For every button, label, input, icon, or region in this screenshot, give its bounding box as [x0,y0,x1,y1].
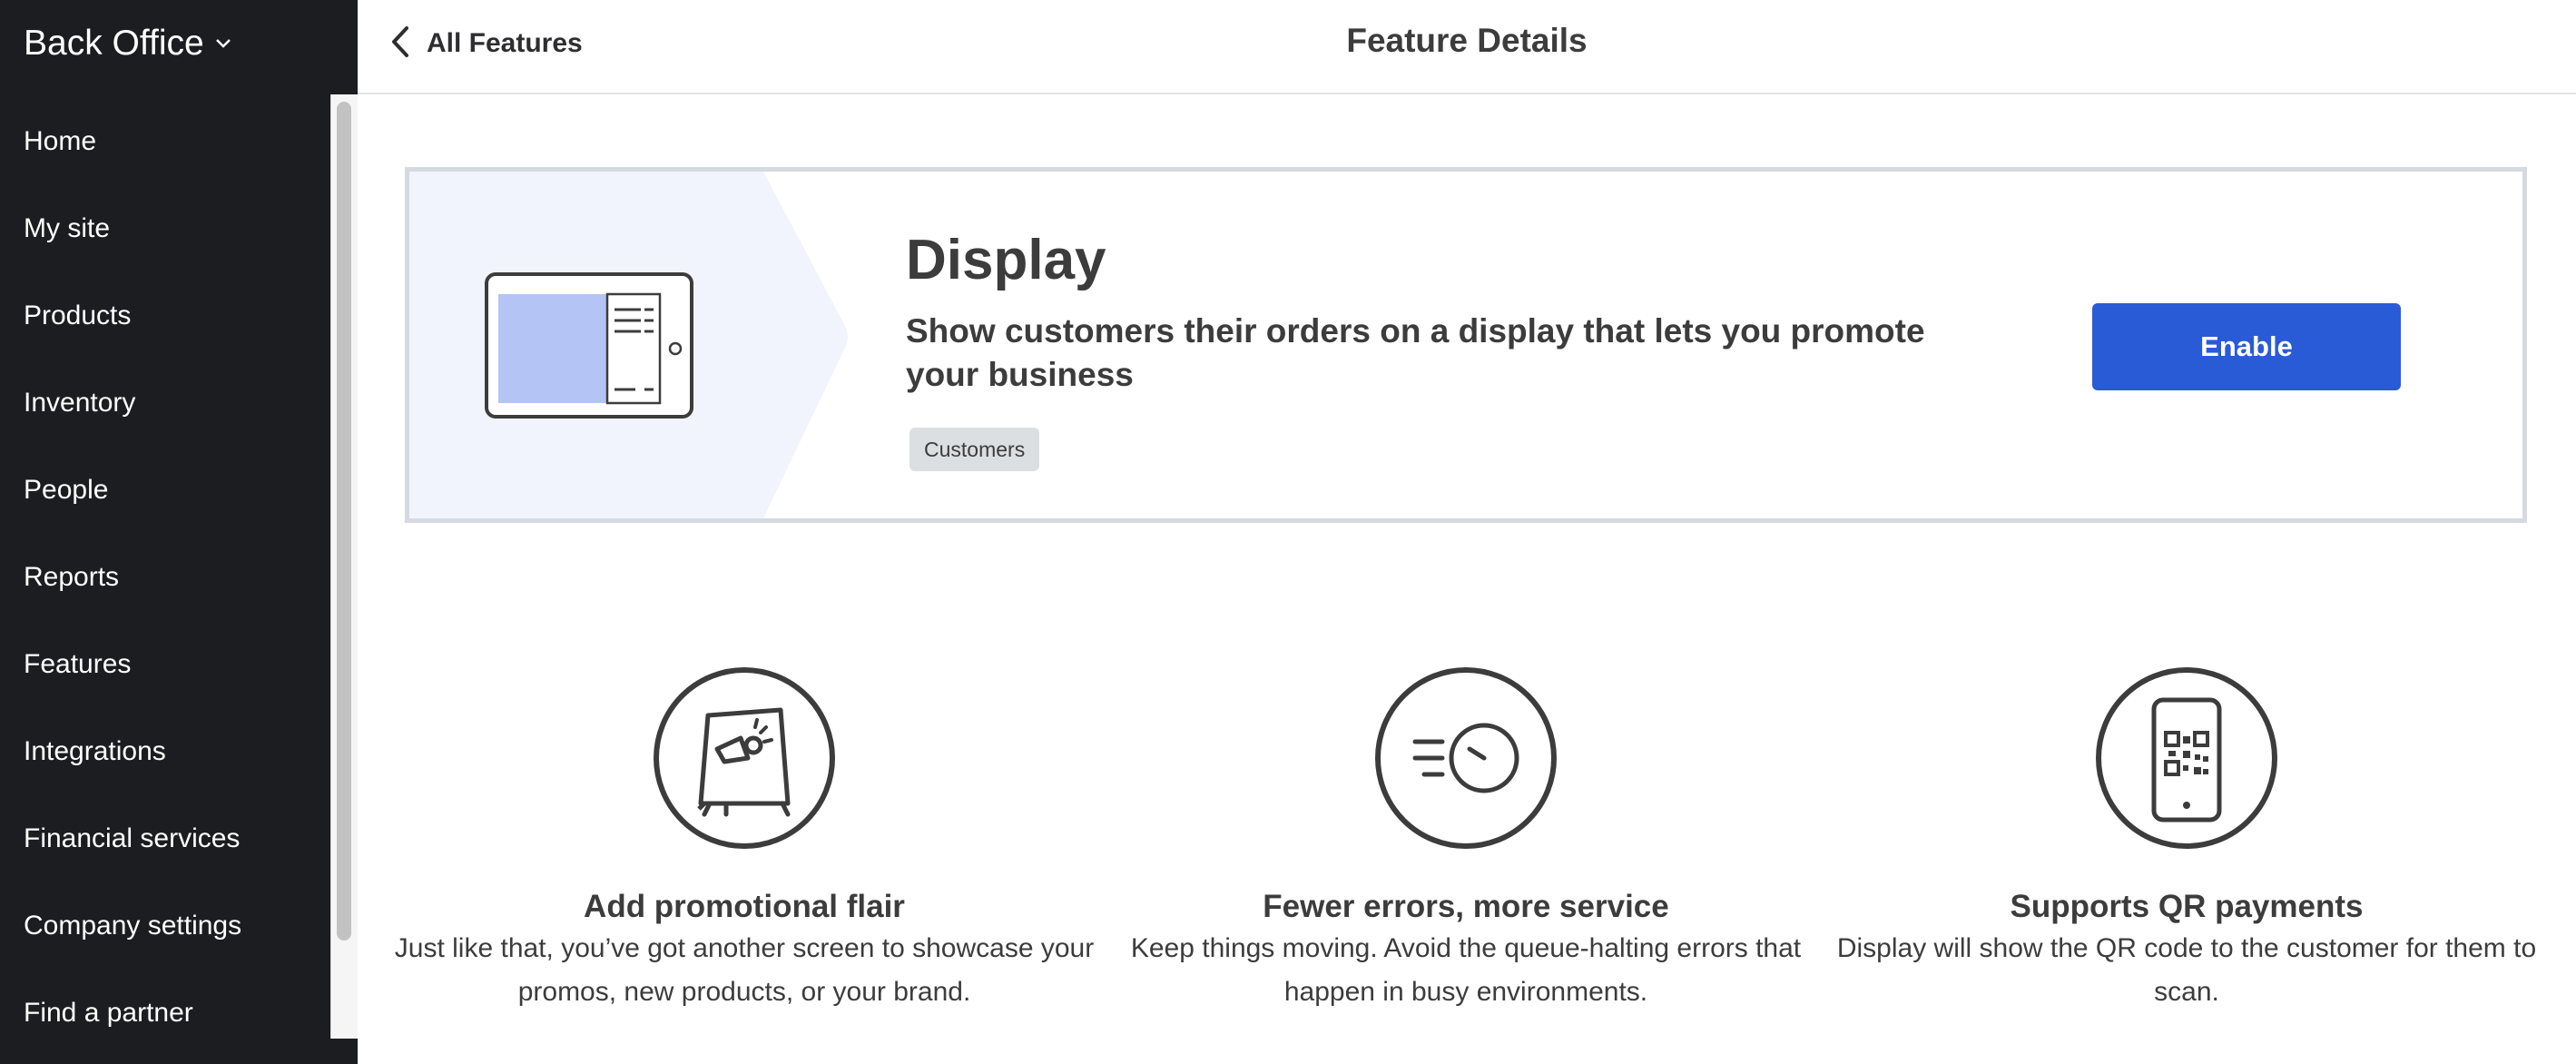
category-tag: Customers [909,428,1040,471]
back-link[interactable]: All Features [390,20,583,67]
sidebar-item-label: My site [24,213,111,243]
sidebar-item-products[interactable]: Products [24,289,131,343]
benefit-qr-payments: Supports QR payments Display will show t… [1833,667,2541,1014]
benefit-promotional-flair: Add promotional flair Just like that, yo… [390,667,1098,1014]
sidebar-item-reports[interactable]: Reports [24,550,119,605]
sidebar-scrollbar[interactable] [330,94,358,1039]
sidebar-item-features[interactable]: Features [24,637,131,692]
sidebar-item-label: Features [24,649,132,679]
sidebar-item-home[interactable]: Home [24,114,96,169]
location-switcher[interactable]: Back Office [24,18,231,69]
sidebar-item-company-settings[interactable]: Company settings [24,899,241,953]
sidebar-nav: Home My site Products Inventory People R… [0,94,330,1039]
sidebar-item-people[interactable]: People [24,463,108,517]
sidebar-item-integrations[interactable]: Integrations [24,724,166,779]
benefit-description: Just like that, you’ve got another scree… [394,933,1095,1007]
sidebar-item-inventory[interactable]: Inventory [24,376,135,430]
sidebar-item-label: Find a partner [24,998,193,1028]
chevron-left-icon [390,25,410,63]
sidebar-item-financial-services[interactable]: Financial services [24,812,240,866]
benefit-description: Keep things moving. Avoid the queue-halt… [1130,933,1802,1007]
display-illustration [409,172,848,518]
benefit-title: Supports QR payments [2010,889,2364,924]
brand-label: Back Office [24,24,204,63]
sidebar-item-label: People [24,475,109,505]
top-bar: Feature Details All Features [358,0,2576,94]
phone-qr-icon [2096,667,2277,849]
benefit-description: Display will show the QR code to the cus… [1836,933,2537,1007]
chevron-down-icon [215,38,231,49]
benefit-fewer-errors: Fewer errors, more service Keep things m… [1112,667,1820,1014]
sidebar-item-find-a-partner[interactable]: Find a partner [24,986,193,1040]
sidebar-item-label: Inventory [24,388,136,418]
back-link-label: All Features [427,28,583,58]
page-title: Feature Details [1346,22,1588,59]
tablet-icon [485,272,693,419]
promo-easel-icon [654,667,835,849]
feature-card: Display Show customers their orders on a… [405,167,2527,523]
feature-description: Show customers their orders on a display… [906,312,1925,393]
sidebar-item-label: Company settings [24,911,242,941]
benefit-title: Fewer errors, more service [1263,889,1669,924]
sidebar-item-label: Financial services [24,823,241,853]
sidebar-item-label: Integrations [24,736,166,766]
sidebar-item-label: Home [24,126,97,156]
sidebar-item-label: Products [24,300,132,330]
scrollbar-thumb[interactable] [337,102,351,941]
sidebar-item-my-site[interactable]: My site [24,202,110,256]
feature-title: Display [906,229,1106,291]
sidebar: Back Office Home My site Products Invent… [0,0,358,1064]
benefit-title: Add promotional flair [584,889,905,924]
enable-button[interactable]: Enable [2092,303,2401,390]
fast-clock-icon [1375,667,1557,849]
sidebar-item-label: Reports [24,562,120,592]
